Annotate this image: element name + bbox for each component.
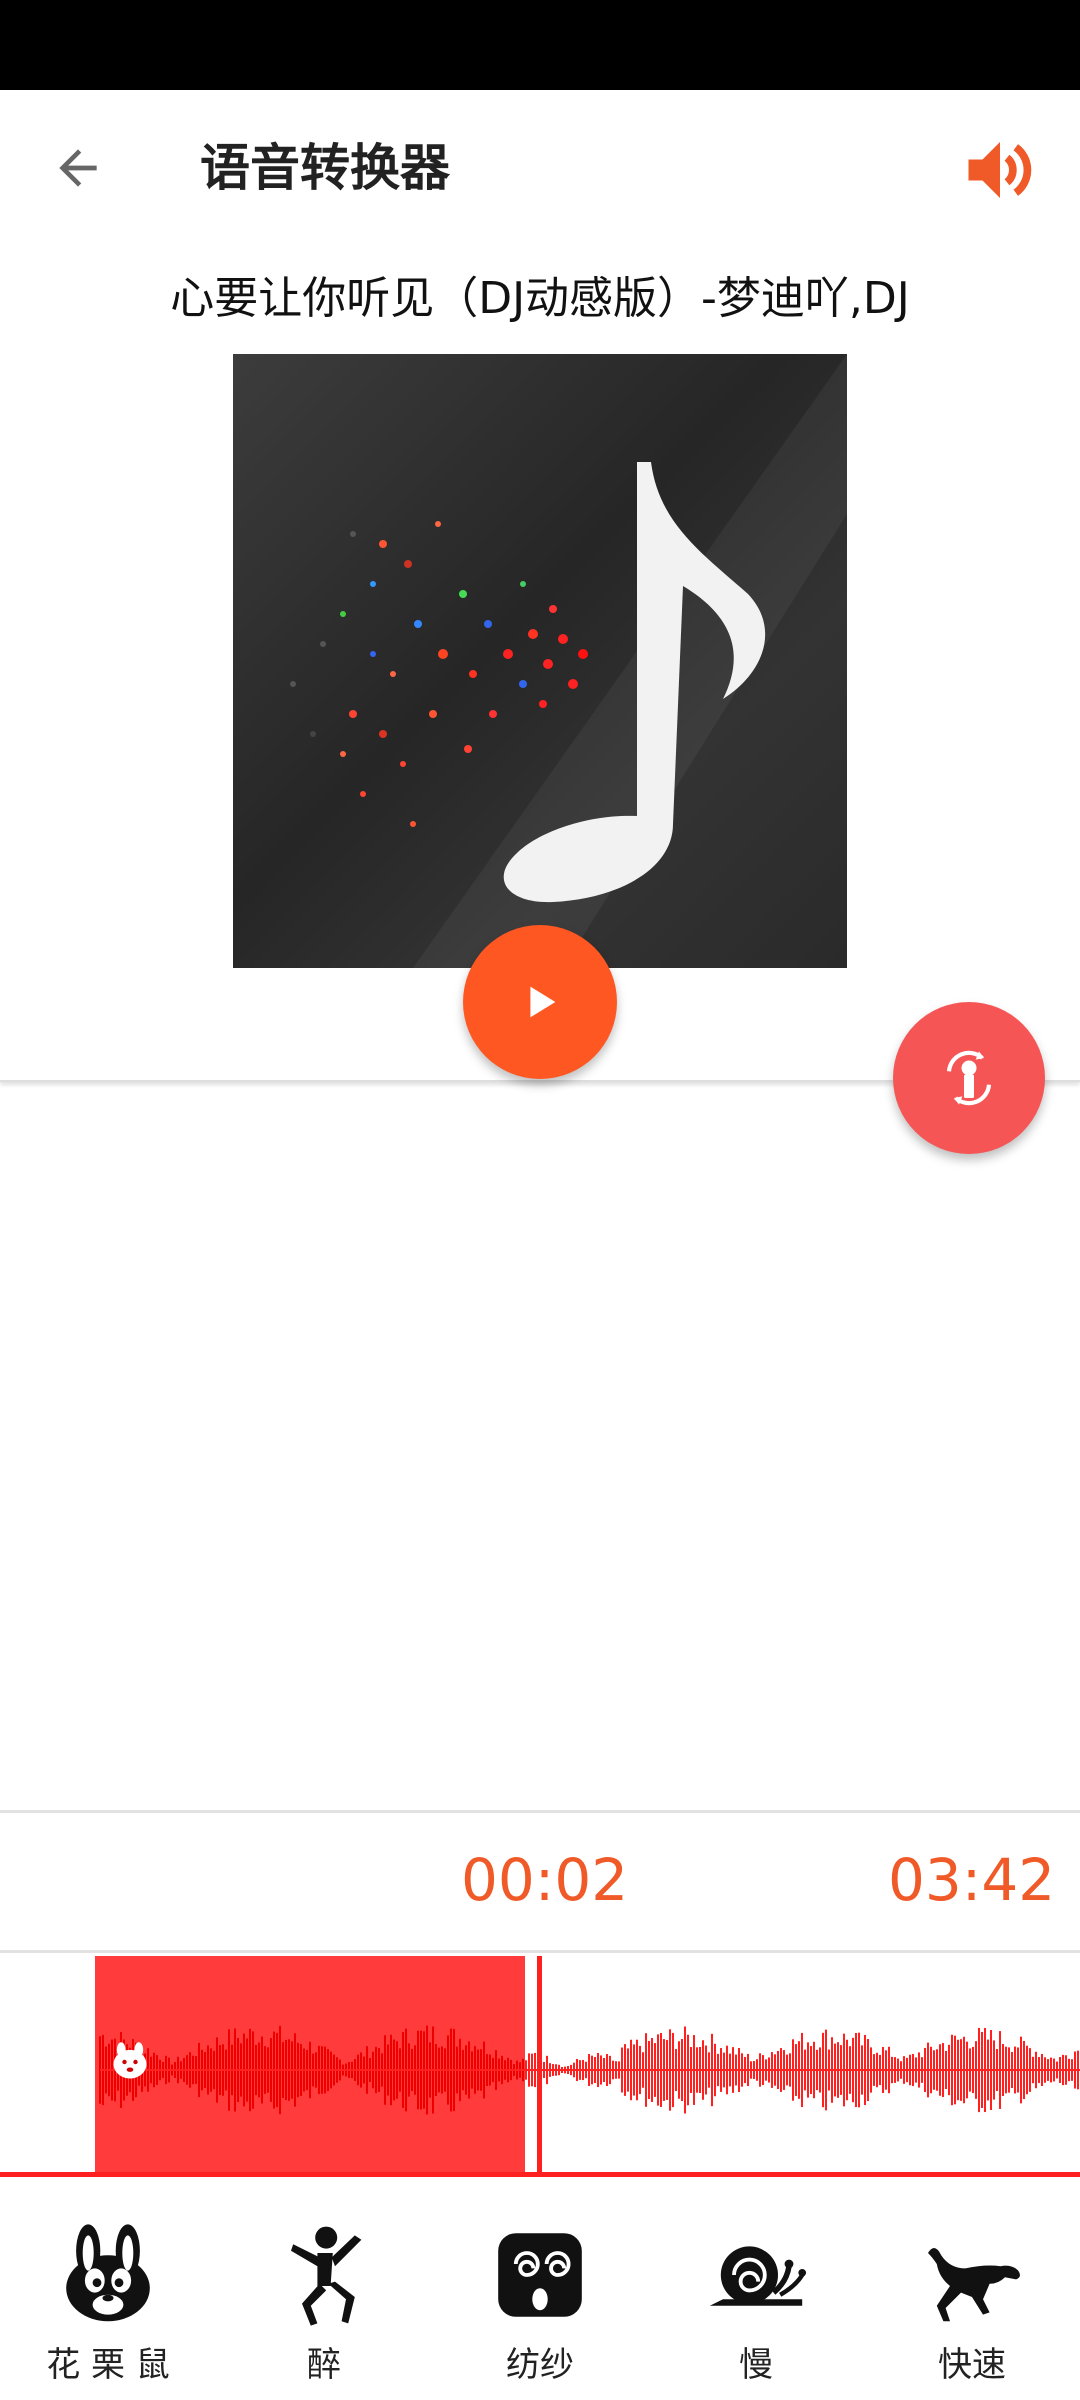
effect-slow[interactable]: 慢 [648, 2185, 864, 2400]
effect-label: 快速 [938, 2345, 1006, 2385]
effect-label: 慢 [739, 2345, 773, 2385]
play-icon [530, 986, 556, 1018]
effect-drunk[interactable]: 醉 [216, 2185, 432, 2400]
microphone-refresh-icon [946, 1050, 992, 1106]
music-note-icon [290, 354, 847, 968]
chipmunk-marker-icon [113, 2042, 147, 2079]
album-cover [233, 354, 847, 968]
drunk-person-icon [291, 2226, 362, 2326]
voice-change-button[interactable] [893, 1002, 1045, 1154]
effects-bar: 花 栗 鼠 醉 纺纱 慢 快速 [0, 2185, 1080, 2400]
effect-chipmunk[interactable]: 花 栗 鼠 [0, 2185, 216, 2400]
back-button[interactable] [40, 130, 116, 206]
chipmunk-icon [66, 2224, 150, 2322]
total-time: 03:42 [888, 1846, 1056, 1914]
current-time: 00:02 [461, 1846, 629, 1914]
effect-label: 花 栗 鼠 [46, 2345, 170, 2385]
divider [0, 1950, 1080, 1953]
divider [0, 1810, 1080, 1813]
effect-spin[interactable]: 纺纱 [432, 2185, 648, 2400]
volume-button[interactable] [950, 120, 1050, 220]
spiral-face-icon [498, 2233, 582, 2317]
page-title: 语音转换器 [200, 139, 450, 197]
cheetah-icon [928, 2248, 1020, 2322]
waveform-baseline [0, 2172, 1080, 2177]
status-bar [0, 0, 1080, 90]
arrow-left-icon [59, 149, 97, 187]
waveform-editor[interactable] [0, 1956, 1080, 2177]
effect-fast[interactable]: 快速 [864, 2185, 1080, 2400]
effect-label: 醉 [307, 2345, 341, 2385]
play-button[interactable] [463, 925, 617, 1079]
effect-label: 纺纱 [506, 2345, 574, 2385]
snail-icon [709, 2246, 807, 2306]
song-title: 心要让你听见（DJ动感版）-梦迪吖,DJ [170, 273, 910, 324]
app-bar: 语音转换器 [0, 90, 1080, 240]
volume-icon [968, 142, 1032, 198]
playhead[interactable] [537, 1956, 542, 2174]
